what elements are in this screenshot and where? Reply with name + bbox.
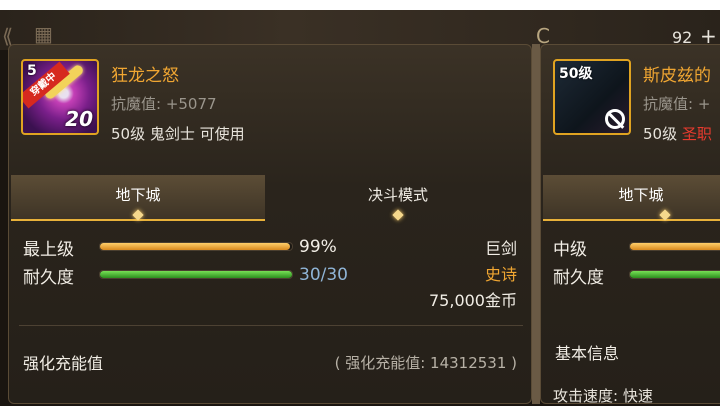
icon-level: 5 [27, 63, 37, 79]
grade-bar [99, 242, 293, 251]
mode-tabs: 地下城 [543, 175, 720, 221]
durability-label: 耐久度 [553, 268, 604, 288]
grade-bar [629, 242, 720, 251]
item-tooltip-left: 5 穿戴中 20 狂龙之怒 抗魔值: +5077 50级 鬼剑士 可使用 地下城… [8, 44, 532, 404]
item-req-level: 50级 [643, 125, 678, 143]
item-tooltip-right: 50级 斯皮兹的 抗魔值: + 50级 圣职 地下城 中级 耐久度 基本信息 攻… [540, 44, 720, 405]
item-stat: 抗魔值: + [643, 95, 711, 113]
item-type: 巨剑 [484, 239, 517, 258]
panel-divider [532, 44, 540, 404]
item-stat: 抗魔值: +5077 [111, 95, 217, 113]
grade-label: 最上级 [23, 240, 74, 260]
item-name: 斯皮兹的 [643, 66, 711, 86]
grade-label: 中级 [553, 240, 587, 260]
durability-bar [99, 270, 293, 279]
item-icon-right[interactable]: 50级 [553, 59, 631, 135]
section-title: 强化充能值 [23, 354, 104, 373]
durability-bar-fill [630, 271, 720, 278]
diamond-icon [132, 209, 144, 221]
section-value: ( 强化充能值: 14312531 ) [334, 354, 517, 372]
durability-label: 耐久度 [23, 268, 74, 288]
item-requirement: 50级 圣职 [643, 123, 712, 144]
grade-percent: 99% [299, 237, 337, 257]
item-rarity: 史诗 [484, 265, 517, 284]
tab-duel[interactable]: 决斗模式 [265, 175, 531, 221]
item-icon-dragon-fury[interactable]: 5 穿戴中 20 [21, 59, 99, 135]
tab-dungeon[interactable]: 地下城 [543, 175, 720, 221]
item-name: 狂龙之怒 [111, 66, 179, 86]
icon-level: 50级 [559, 66, 593, 82]
durability-bar-fill [100, 271, 292, 278]
grade-bar-fill [630, 243, 720, 250]
item-requirement: 50级 鬼剑士 可使用 [111, 125, 245, 143]
tab-dungeon-label: 地下城 [618, 186, 664, 204]
section-title: 基本信息 [555, 344, 620, 363]
durability-value: 30/30 [299, 265, 348, 285]
diamond-icon [659, 209, 671, 221]
divider [19, 325, 523, 326]
tab-dungeon[interactable]: 地下城 [11, 175, 265, 221]
enhance-level: 20 [65, 107, 93, 131]
mode-tabs: 地下城 决斗模式 [11, 175, 531, 221]
item-price: 75,000金币 [429, 291, 517, 310]
bag-icon: ▦ [34, 22, 53, 46]
top-border [0, 0, 720, 10]
prohibited-icon [605, 109, 625, 129]
tab-duel-label: 决斗模式 [367, 186, 428, 204]
durability-bar [629, 270, 720, 279]
attack-speed: 攻击速度: 快速 [553, 387, 653, 405]
item-req-class: 圣职 [681, 125, 712, 143]
tab-dungeon-label: 地下城 [115, 186, 161, 204]
grade-bar-fill [100, 243, 291, 250]
diamond-icon [392, 209, 404, 221]
